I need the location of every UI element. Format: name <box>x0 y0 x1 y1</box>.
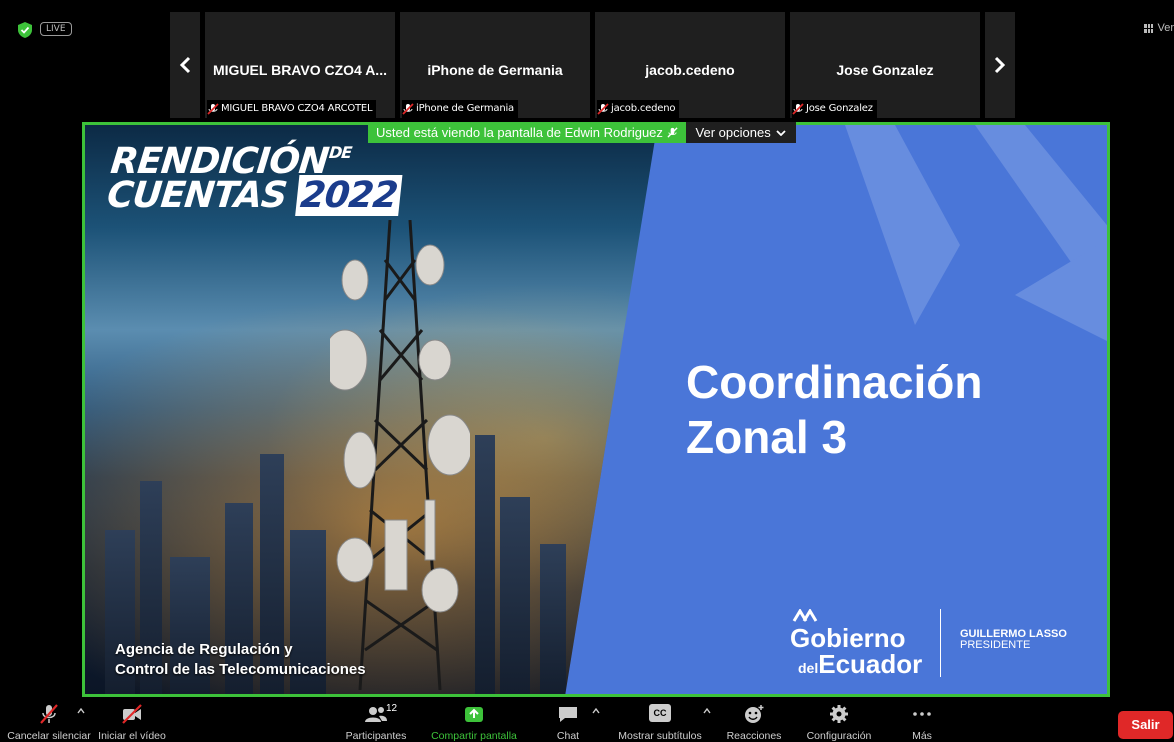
participant-name: Jose Gonzalez <box>836 62 934 78</box>
prev-page-button[interactable] <box>170 12 200 118</box>
share-screen-icon <box>465 707 483 722</box>
participant-label-text: MIGUEL BRAVO CZO4 ARCOTEL <box>221 103 373 114</box>
view-button[interactable]: Ver <box>1144 22 1174 34</box>
president-title: PRESIDENTE <box>960 639 1031 651</box>
president-label: GUILLERMO LASSO PRESIDENTE <box>960 629 1067 651</box>
participant-label-text: iPhone de Germania <box>416 103 514 114</box>
gobierno-line2: delEcuador <box>798 649 922 680</box>
logo-line2: CUENTAS <box>105 175 289 217</box>
share-screen-button[interactable]: Compartir pantalla <box>426 700 522 742</box>
view-options-label: Ver opciones <box>695 125 771 140</box>
mic-muted-icon <box>402 103 414 115</box>
captions-label: Mostrar subtítulos <box>618 730 702 742</box>
gear-icon <box>830 705 848 723</box>
mic-muted-icon <box>666 127 678 138</box>
video-off-icon <box>122 704 142 724</box>
participant-label-text: Jose Gonzalez <box>806 103 873 114</box>
participants-icon <box>365 707 387 722</box>
agency-line1: Agencia de Regulación y <box>115 641 293 658</box>
chevron-up-icon[interactable] <box>703 708 711 714</box>
gobierno-emblem-icon <box>792 609 818 622</box>
participant-label: MIGUEL BRAVO CZO4 ARCOTEL <box>207 100 377 118</box>
chevron-up-icon[interactable] <box>77 708 85 714</box>
settings-label: Configuración <box>806 730 872 742</box>
logo-de: DE <box>328 143 353 162</box>
shared-screen: RENDICIÓNDE CUENTAS 2022 Agencia de Regu… <box>82 122 1110 697</box>
chevron-left-icon <box>179 56 191 74</box>
participant-name: iPhone de Germania <box>427 62 563 78</box>
participants-button[interactable]: Participantes <box>340 700 412 742</box>
settings-button[interactable]: Configuración <box>800 700 878 742</box>
share-screen-label: Compartir pantalla <box>431 730 517 742</box>
share-banner-message: Usted está viendo la pantalla de Edwin R… <box>376 125 663 140</box>
participant-label: jacob.cedeno <box>597 100 680 118</box>
rendicion-logo: RENDICIÓNDE CUENTAS 2022 <box>105 141 405 217</box>
mic-muted-icon <box>792 103 804 115</box>
participant-tile[interactable]: MIGUEL BRAVO CZO4 A... MIGUEL BRAVO CZO4… <box>205 12 395 118</box>
agency-line2: Control de las Telecomunicaciones <box>115 661 366 678</box>
start-video-button[interactable]: Iniciar el vídeo <box>98 700 166 742</box>
slide-title: Coordinación Zonal 3 <box>686 355 982 465</box>
live-badge[interactable]: LIVE <box>40 22 72 36</box>
unmute-button[interactable]: Cancelar silenciar <box>7 700 91 742</box>
participant-strip: MIGUEL BRAVO CZO4 A... MIGUEL BRAVO CZO4… <box>170 12 1015 118</box>
reactions-label: Reacciones <box>726 730 782 742</box>
captions-button[interactable]: CC Mostrar subtítulos <box>612 700 708 742</box>
chevron-down-icon <box>776 129 786 136</box>
share-banner-text: Usted está viendo la pantalla de Edwin R… <box>368 122 686 143</box>
smiley-icon <box>745 705 764 723</box>
grid-view-icon <box>1144 23 1154 33</box>
meeting-toolbar: Cancelar silenciar Iniciar el vídeo Part… <box>0 700 1174 742</box>
leave-button[interactable]: Salir <box>1118 711 1173 739</box>
participant-label: iPhone de Germania <box>402 100 518 118</box>
tower-illustration <box>330 220 470 690</box>
start-video-label: Iniciar el vídeo <box>98 730 166 742</box>
agency-name: Agencia de Regulación y Control de las T… <box>115 640 366 680</box>
participant-tile[interactable]: Jose Gonzalez Jose Gonzalez <box>790 12 980 118</box>
view-options-button[interactable]: Ver opciones <box>685 122 796 143</box>
logo-divider <box>940 609 941 677</box>
participants-label: Participantes <box>345 730 407 742</box>
screen-share-banner: Usted está viendo la pantalla de Edwin R… <box>368 122 796 143</box>
slide-title-line1: Coordinación <box>686 356 983 408</box>
captions-icon: CC <box>649 704 671 722</box>
participant-label-text: jacob.cedeno <box>611 103 676 114</box>
unmute-label: Cancelar silenciar <box>7 730 91 742</box>
more-dots-icon <box>913 712 931 716</box>
more-button[interactable]: Más <box>902 700 942 742</box>
mic-muted-icon <box>207 103 219 115</box>
slide-title-line2: Zonal 3 <box>686 411 848 463</box>
logo-year: 2022 <box>295 175 403 217</box>
reactions-button[interactable]: Reacciones <box>722 700 786 742</box>
decorative-chevrons <box>845 125 1107 341</box>
mic-muted-icon <box>597 103 609 115</box>
next-page-button[interactable] <box>985 12 1015 118</box>
participant-name: jacob.cedeno <box>645 62 735 78</box>
mic-muted-icon <box>40 704 58 724</box>
chat-button[interactable]: Chat <box>548 700 588 742</box>
chevron-right-icon <box>994 56 1006 74</box>
shield-icon <box>18 22 32 38</box>
chevron-up-icon[interactable] <box>592 708 600 714</box>
gobierno-ecuador: Ecuador <box>818 649 923 679</box>
chat-label: Chat <box>556 730 580 742</box>
participant-tile[interactable]: jacob.cedeno jacob.cedeno <box>595 12 785 118</box>
participant-name: MIGUEL BRAVO CZO4 A... <box>213 62 387 78</box>
participant-tile[interactable]: iPhone de Germania iPhone de Germania <box>400 12 590 118</box>
gobierno-line1: Gobierno <box>790 623 906 653</box>
gobierno-del: del <box>798 660 819 676</box>
participant-label: Jose Gonzalez <box>792 100 877 118</box>
participants-count: 12 <box>386 703 398 714</box>
view-button-label: Ver <box>1157 22 1174 34</box>
more-label: Más <box>912 730 932 742</box>
chat-icon <box>559 707 577 722</box>
